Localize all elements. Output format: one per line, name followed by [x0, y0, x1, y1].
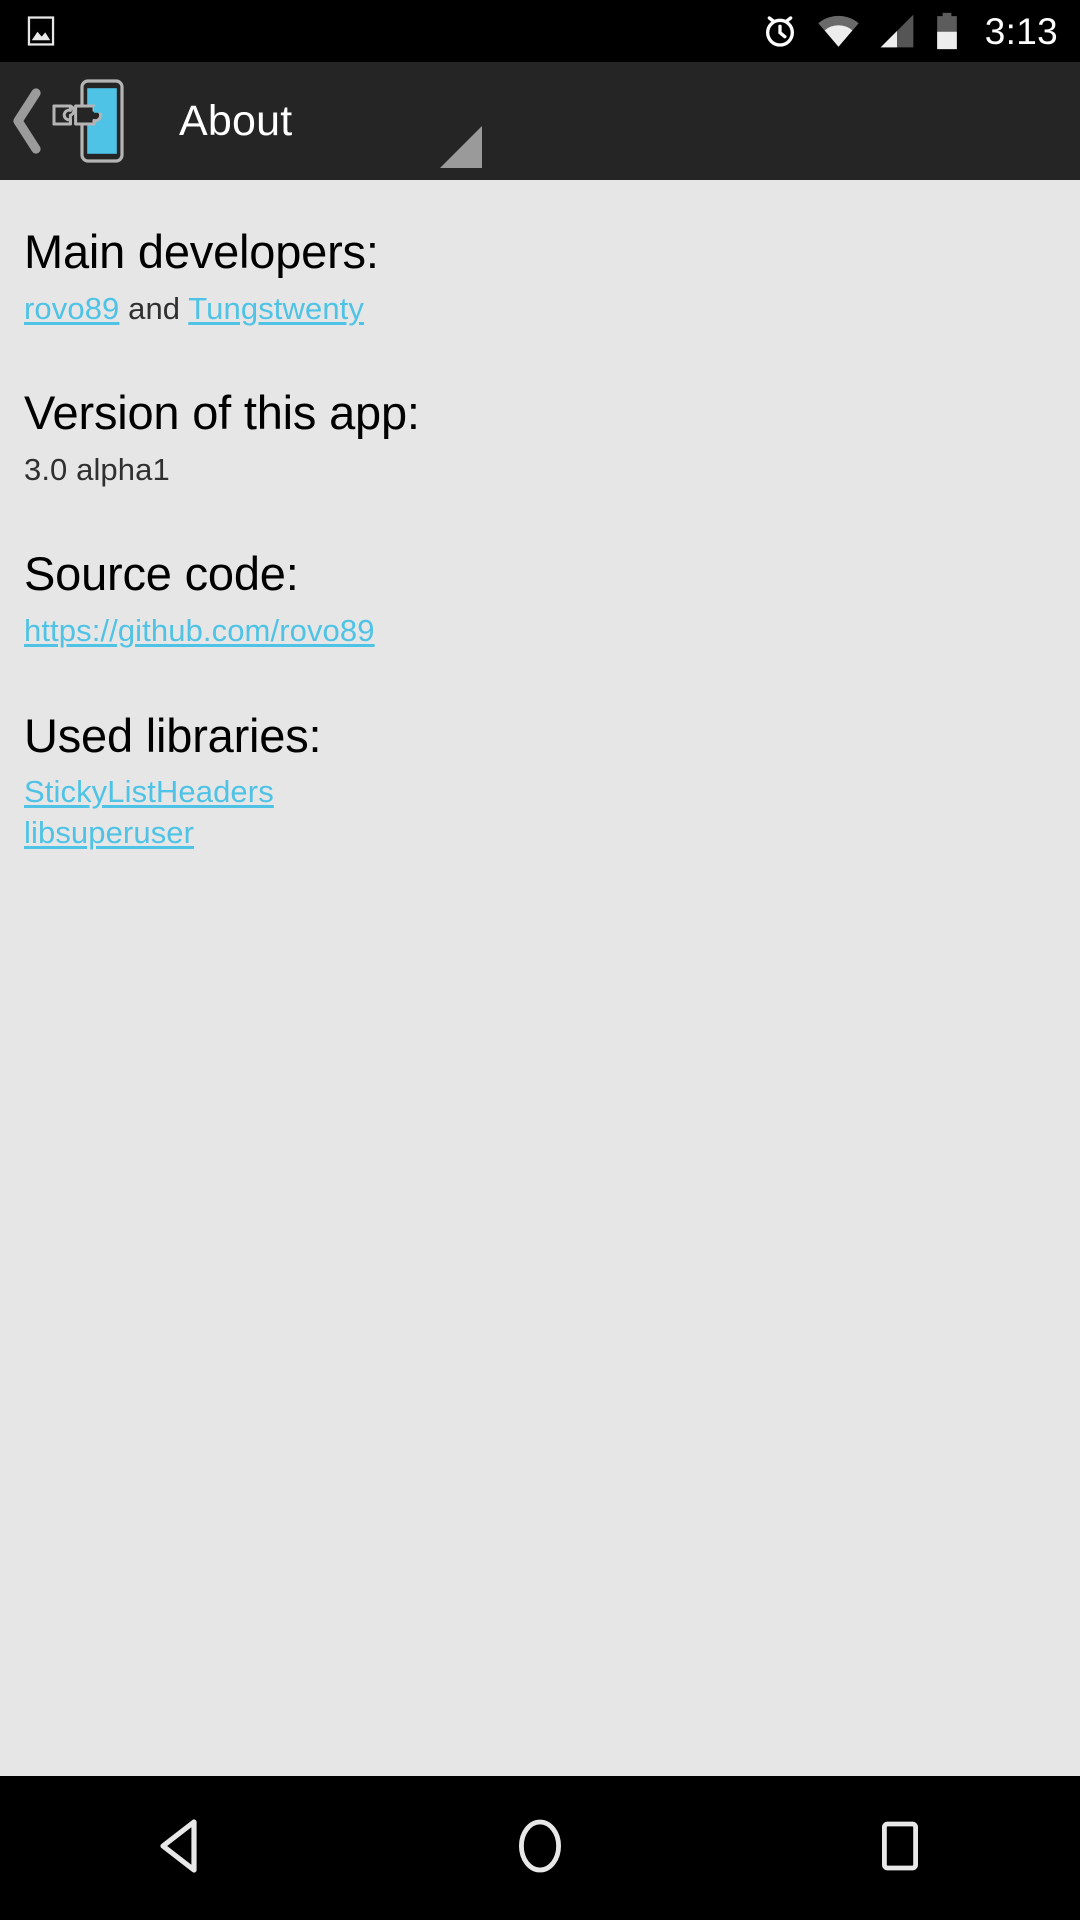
status-bar-clock: 3:13: [984, 10, 1058, 52]
developers-conjunction: and: [119, 290, 189, 326]
status-bar-right-icons: 3:13: [760, 11, 1058, 51]
screenshot-image-icon: [24, 14, 58, 48]
battery-icon: [934, 11, 960, 51]
app-bar: About: [0, 62, 1080, 180]
section-heading-source-code: Source code:: [24, 547, 299, 601]
xposed-installer-icon: [42, 71, 138, 171]
main-developers-body: rovo89 and Tungstwenty: [24, 289, 1056, 330]
back-triangle-icon: [154, 1818, 206, 1879]
home-circle-icon: [515, 1817, 565, 1880]
nav-home-button[interactable]: [440, 1776, 640, 1920]
source-code-link[interactable]: https://github.com/rovo89: [24, 613, 375, 648]
developer-link-tungstwenty[interactable]: Tungstwenty: [188, 291, 364, 326]
recents-square-icon: [878, 1819, 922, 1878]
about-content: Main developers: rovo89 and Tungstwenty …: [0, 180, 1080, 1776]
developer-link-rovo89[interactable]: rovo89: [24, 291, 119, 326]
section-used-libraries: Used libraries: StickyListHeaders libsupe…: [24, 708, 1056, 854]
resize-handle-icon[interactable]: [440, 126, 482, 168]
nav-back-button[interactable]: [80, 1776, 280, 1920]
section-heading-app-version: Version of this app:: [24, 386, 420, 440]
page-title: About: [179, 96, 293, 145]
section-heading-main-developers: Main developers:: [24, 225, 379, 278]
library-link-stickylistheaders[interactable]: StickyListHeaders: [24, 772, 1056, 813]
app-version-value: 3.0 alpha1: [24, 451, 170, 487]
back-chevron-icon: [10, 85, 44, 157]
library-link-libsuperuser[interactable]: libsuperuser: [24, 813, 1056, 854]
section-heading-used-libraries: Used libraries:: [24, 708, 322, 762]
status-bar-left-icons: [24, 14, 58, 48]
alarm-clock-icon: [760, 11, 800, 51]
wifi-icon: [817, 11, 860, 51]
used-libraries-body: StickyListHeaders libsuperuser: [24, 772, 1056, 853]
navigation-bar: [0, 1776, 1080, 1920]
device-screen: 3:13 About Main developers: rovo89 and T…: [0, 0, 1080, 1920]
section-app-version: Version of this app: 3.0 alpha1: [24, 387, 1056, 490]
status-bar: 3:13: [0, 0, 1080, 62]
cellular-signal-icon: [877, 11, 917, 51]
nav-recents-button[interactable]: [800, 1776, 1000, 1920]
source-code-body: https://github.com/rovo89: [24, 611, 1056, 652]
section-source-code: Source code: https://github.com/rovo89: [24, 548, 1056, 651]
section-main-developers: Main developers: rovo89 and Tungstwenty: [24, 225, 1056, 330]
up-navigation-button[interactable]: [10, 62, 142, 180]
